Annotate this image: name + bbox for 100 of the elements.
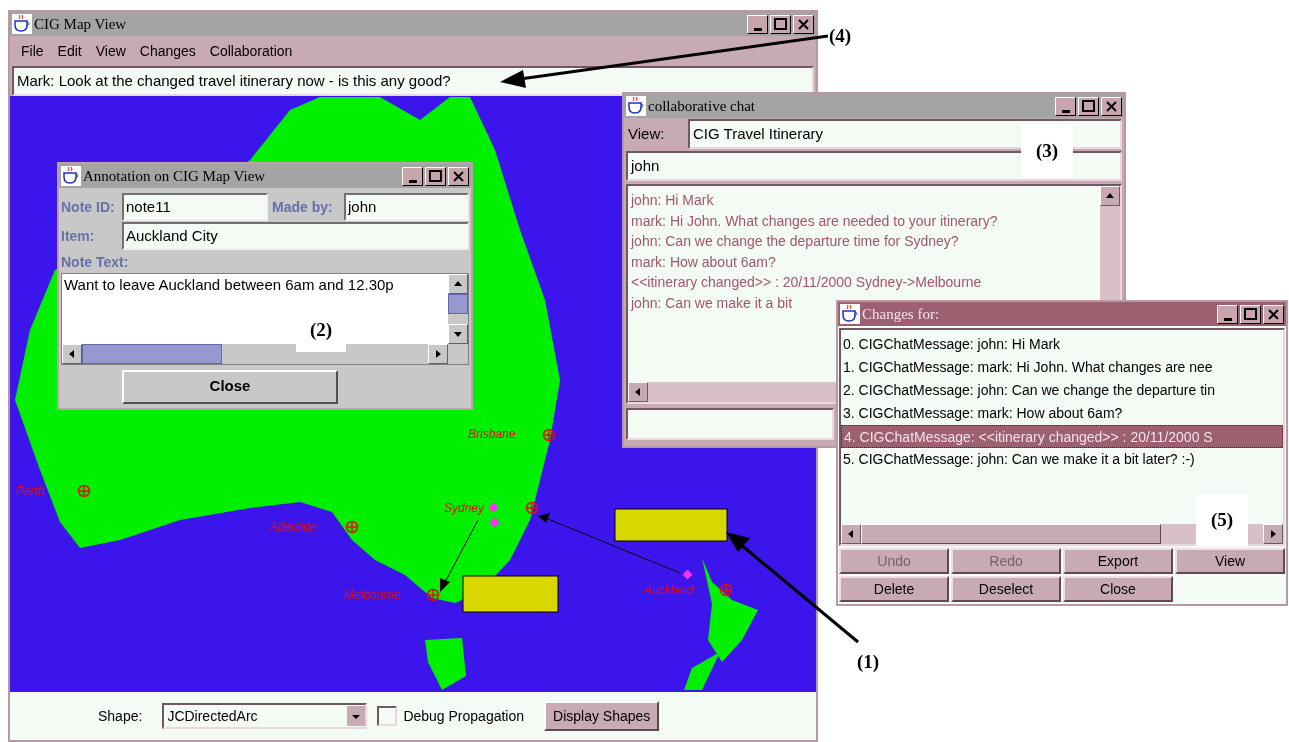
list-item[interactable]: 4. CIGChatMessage: <<itinerary changed>> : 20/11/2000 S <box>841 425 1283 448</box>
minimize-button[interactable] <box>402 166 423 186</box>
window-title: Annotation on CIG Map View <box>83 166 267 186</box>
cup-icon <box>12 14 32 34</box>
close-icon <box>798 18 809 30</box>
shape-rectangle[interactable] <box>462 575 559 613</box>
left-triangle-icon <box>67 349 77 359</box>
close-button[interactable] <box>1263 304 1284 324</box>
callout-label: (4) <box>829 24 852 48</box>
menu-item[interactable]: Edit <box>50 40 89 62</box>
close-button[interactable] <box>448 166 469 186</box>
maximize-button[interactable] <box>1078 96 1099 116</box>
crosshair-icon <box>345 520 359 534</box>
callout-label: (3) <box>1021 124 1073 178</box>
window-title: Changes for: <box>862 304 941 324</box>
scroll-thumb[interactable] <box>82 344 222 364</box>
action-button[interactable]: Deselect <box>951 576 1061 602</box>
scroll-arrow-button[interactable] <box>428 344 448 364</box>
action-button[interactable]: View <box>1175 548 1285 574</box>
field-label: Item: <box>61 226 96 246</box>
menu-item[interactable]: View <box>88 40 133 62</box>
close-button[interactable] <box>793 14 814 34</box>
down-triangle-icon <box>453 329 463 339</box>
scroll-arrow-button[interactable] <box>841 524 861 544</box>
maximize-icon <box>774 18 787 30</box>
item-field[interactable]: Auckland City <box>122 222 469 250</box>
menu-item[interactable]: Collaboration <box>202 40 300 62</box>
close-icon <box>1268 308 1279 320</box>
list-item[interactable]: 5. CIGChatMessage: john: Can we make it a bit later? :-) <box>841 448 1283 471</box>
close-icon <box>453 170 464 182</box>
minimize-icon <box>1061 109 1070 113</box>
maximize-icon <box>1082 100 1095 112</box>
close-dialog-button[interactable]: Close <box>122 369 338 404</box>
note-id-field[interactable]: note11 <box>122 193 268 221</box>
checkbox[interactable] <box>377 706 398 726</box>
minimize-icon <box>1223 317 1232 321</box>
right-triangle-icon <box>1268 529 1278 539</box>
chat-message: <<itinerary changed>> : 20/11/2000 Sydney->Melbourne <box>631 273 983 292</box>
list-item[interactable]: 0. CIGChatMessage: john: Hi Mark <box>841 333 1283 356</box>
list-item[interactable]: 3. CIGChatMessage: mark: How about 6am? <box>841 402 1283 425</box>
maximize-button[interactable] <box>770 14 791 34</box>
chat-message: john: Hi Mark <box>631 191 715 210</box>
maximize-icon <box>429 170 442 182</box>
action-button[interactable]: Close <box>1063 576 1173 602</box>
action-button[interactable]: Export <box>1063 548 1173 574</box>
list-item[interactable]: 1. CIGChatMessage: mark: Hi John. What changes are nee <box>841 356 1283 379</box>
close-button[interactable] <box>1101 96 1122 116</box>
crosshair-icon <box>426 588 440 602</box>
chat-message: john: Can we change the departure time for Sydney? <box>631 232 960 251</box>
list-item[interactable]: 2. CIGChatMessage: john: Can we change the departure tin <box>841 379 1283 402</box>
right-triangle-icon <box>433 349 443 359</box>
scroll-arrow-button[interactable] <box>448 274 468 294</box>
scroll-arrow-button[interactable] <box>1263 524 1283 544</box>
maximize-button[interactable] <box>425 166 446 186</box>
shape-dropdown[interactable]: JCDirectedArc <box>162 703 368 729</box>
city-label: Perth <box>16 483 45 499</box>
city-label: Brisbane <box>468 426 516 442</box>
city-label: Sydney <box>444 500 485 516</box>
shape-rectangle[interactable] <box>614 508 728 542</box>
scroll-arrow-button[interactable] <box>628 382 648 402</box>
maximize-icon <box>1244 308 1257 320</box>
menu-item[interactable]: Changes <box>132 40 203 62</box>
shape-arrow[interactable] <box>440 519 479 592</box>
window-title: collaborative chat <box>648 96 757 116</box>
up-triangle-icon <box>453 279 463 289</box>
callout-label: (1) <box>857 650 880 674</box>
made-by-field[interactable]: john <box>344 193 469 221</box>
maximize-button[interactable] <box>1240 304 1261 324</box>
checkbox-label: Debug Propagation <box>403 706 525 726</box>
scroll-arrow-button[interactable] <box>62 344 82 364</box>
minimize-button[interactable] <box>1217 304 1238 324</box>
minimize-button[interactable] <box>1055 96 1076 116</box>
minimize-icon <box>753 27 762 31</box>
city-label: Adelaide <box>270 519 317 535</box>
shape-arrow[interactable] <box>538 513 681 574</box>
scroll-thumb[interactable] <box>448 294 468 314</box>
city-label: Auckland <box>644 582 694 598</box>
chat-input-field[interactable] <box>626 408 834 440</box>
crosshair-icon <box>542 428 556 442</box>
field-label: Note ID: <box>61 197 116 217</box>
close-icon <box>1106 100 1117 112</box>
scroll-arrow-button[interactable] <box>448 324 468 344</box>
display-shapes-button[interactable]: Display Shapes <box>544 701 660 731</box>
field-label: Note Text: <box>60 253 130 272</box>
minimize-button[interactable] <box>747 14 768 34</box>
minimize-icon <box>408 179 417 183</box>
shape-label: Shape: <box>98 706 144 726</box>
chat-message: john: Can we make it a bit <box>631 293 794 313</box>
menu-item[interactable]: File <box>14 40 51 62</box>
crosshair-icon <box>525 501 539 515</box>
window-title: CIG Map View <box>34 14 128 34</box>
island-shape <box>425 638 466 690</box>
message-field[interactable]: Mark: Look at the changed travel itinerary now - is this any good? <box>12 66 814 96</box>
callout-label: (5) <box>1196 494 1248 546</box>
city-label: Melbourne <box>344 587 401 603</box>
view-label: View: <box>627 123 666 144</box>
action-button[interactable]: Delete <box>839 576 949 602</box>
cup-icon <box>626 96 646 116</box>
scroll-arrow-button[interactable] <box>1100 186 1120 206</box>
left-triangle-icon <box>633 387 643 397</box>
